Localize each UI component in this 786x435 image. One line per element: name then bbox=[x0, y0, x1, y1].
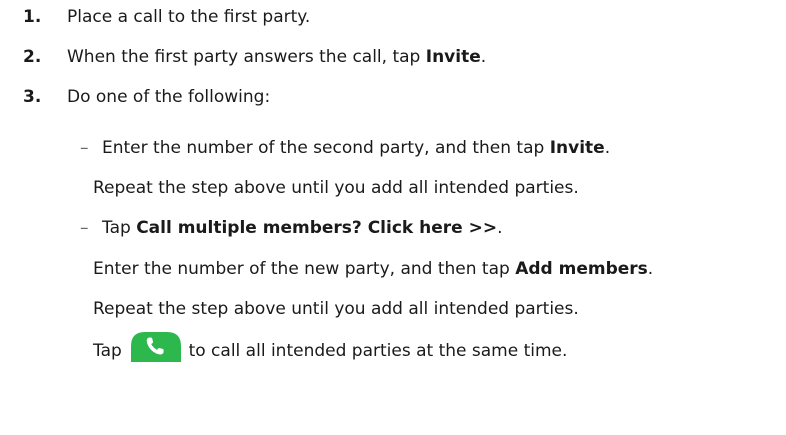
step-text-plain: When the first party answers the call, t… bbox=[67, 47, 426, 67]
add-members-term: Add members bbox=[515, 259, 648, 279]
call-multiple-members-term: Call multiple members? Click here >> bbox=[136, 218, 498, 238]
tap-text-rest: to call all intended parties at the same… bbox=[183, 341, 568, 361]
option-text: Tap Call multiple members? Click here >>… bbox=[102, 213, 502, 243]
option-text-punct: . bbox=[497, 218, 503, 238]
option-text-plain: Tap bbox=[102, 218, 137, 238]
enter-text-plain: Enter the number of the new party, and t… bbox=[93, 259, 516, 279]
step-number: 2. bbox=[23, 47, 42, 67]
repeat-text: Repeat the step above until you add all … bbox=[93, 299, 579, 319]
enter-text-punct: . bbox=[647, 259, 654, 279]
enter-text: Enter the number of the new party, and t… bbox=[93, 254, 653, 284]
step-text: Do one of the following: bbox=[67, 87, 271, 107]
dash-bullet: – bbox=[80, 218, 89, 238]
phone-call-icon bbox=[131, 332, 182, 362]
step-number: 1. bbox=[23, 7, 42, 27]
step-text: Place a call to the first party. bbox=[67, 7, 311, 27]
step-text: When the first party answers the call, t… bbox=[67, 42, 486, 72]
option-text: Enter the number of the second party, an… bbox=[102, 133, 610, 163]
invite-term: Invite bbox=[549, 138, 605, 158]
tap-text-plain: Tap bbox=[93, 341, 128, 361]
step-text-punct: . bbox=[480, 47, 487, 67]
dash-bullet: – bbox=[80, 138, 89, 158]
tap-text: Tap to call all intended parties at the … bbox=[93, 332, 568, 366]
option-text-plain: Enter the number of the second party, an… bbox=[102, 138, 550, 158]
repeat-text: Repeat the step above until you add all … bbox=[93, 178, 579, 198]
invite-term: Invite bbox=[425, 47, 481, 67]
option-text-punct: . bbox=[604, 138, 611, 158]
step-number: 3. bbox=[23, 87, 42, 107]
